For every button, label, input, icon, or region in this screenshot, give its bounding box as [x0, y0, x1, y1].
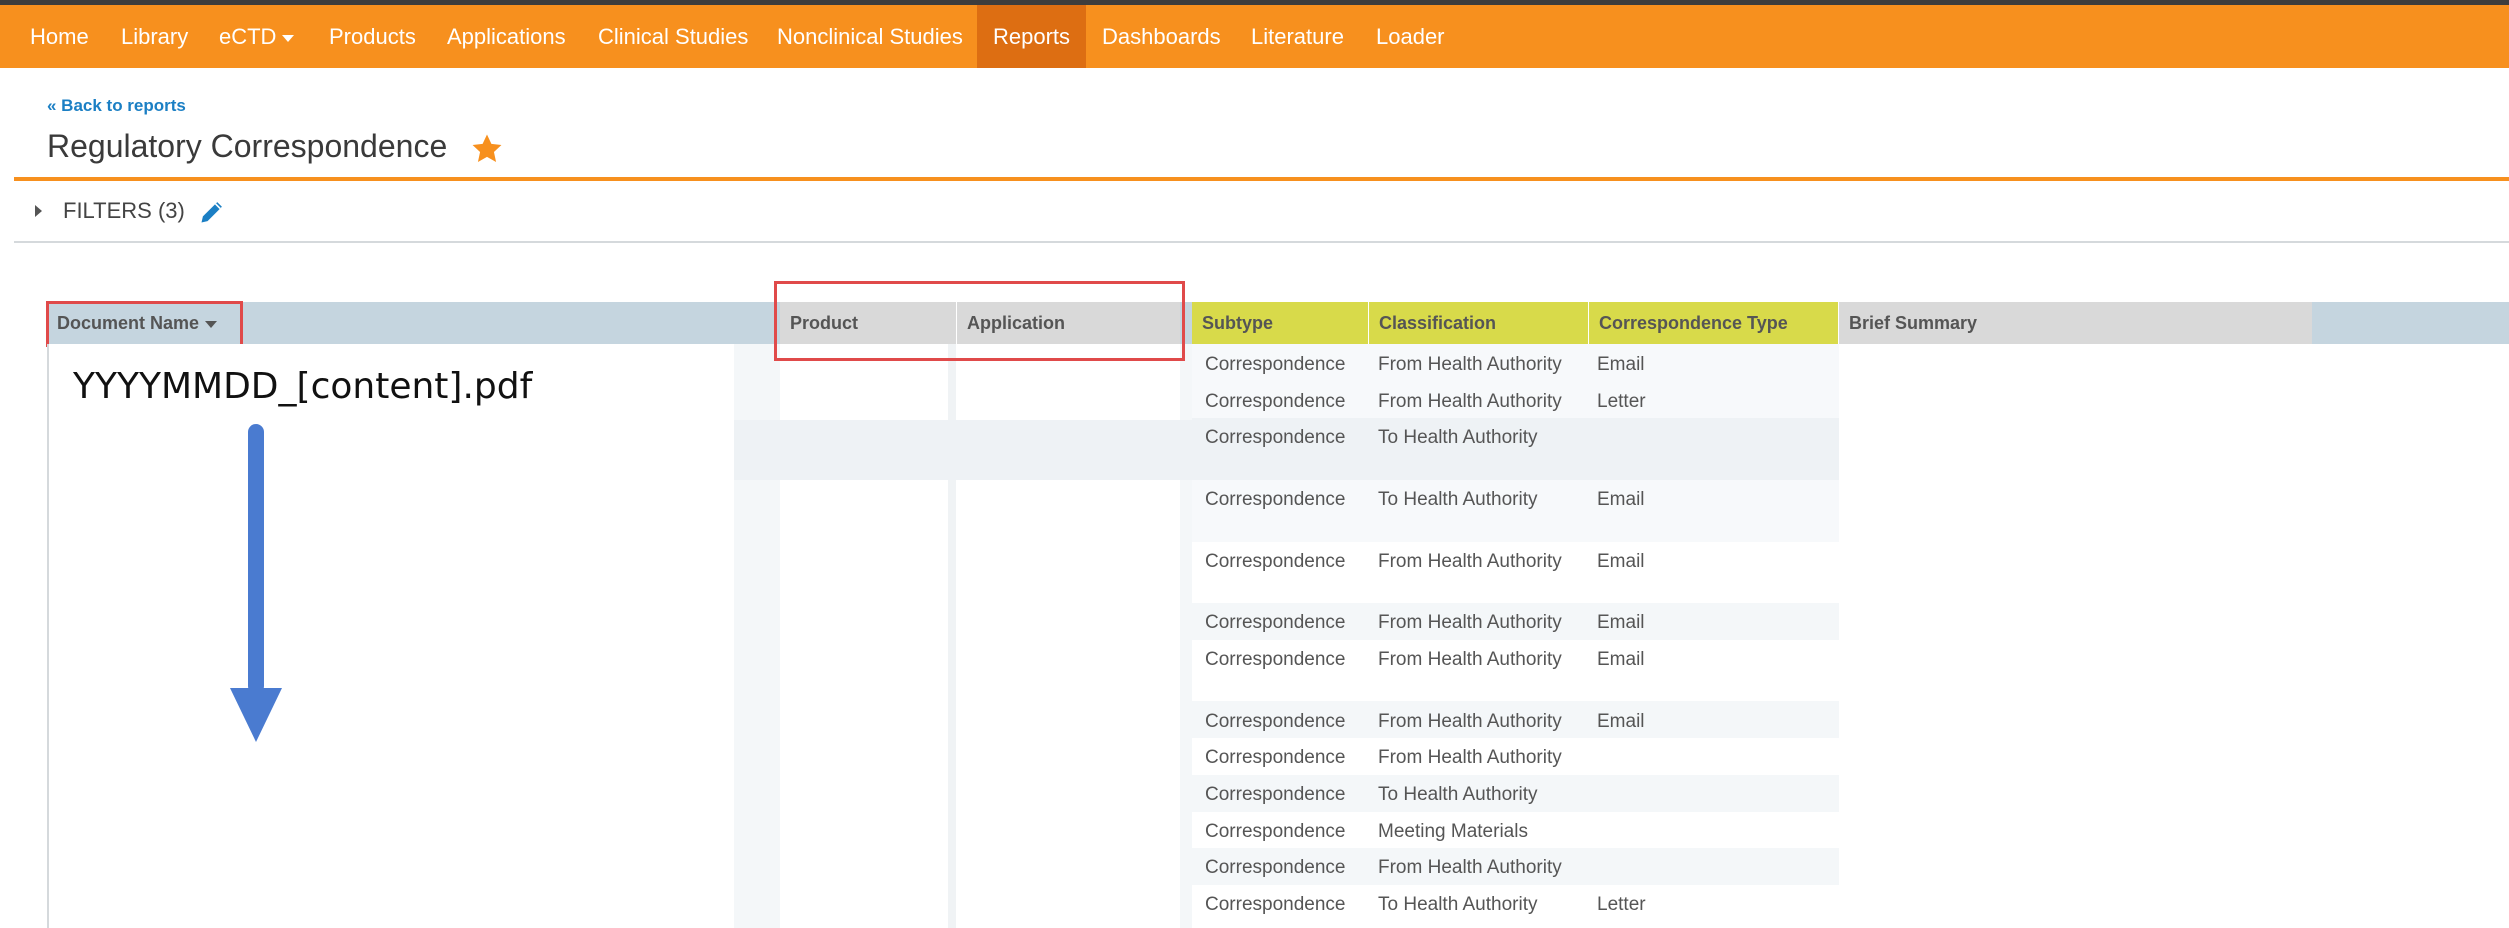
cell-subtype: Correspondence [1205, 649, 1346, 670]
filters-label: FILTERS (3) [63, 198, 185, 223]
nav-library[interactable]: Library [107, 5, 202, 68]
cell-classification: From Health Authority [1378, 857, 1562, 878]
nav-applications[interactable]: Applications [433, 5, 580, 68]
row-band [732, 420, 1192, 480]
nav-literature[interactable]: Literature [1237, 5, 1358, 68]
header-blank [732, 302, 780, 344]
nav-reports[interactable]: Reports [977, 5, 1087, 68]
header-remaining [2312, 302, 2509, 344]
back-to-reports-link[interactable]: « Back to reports [47, 96, 186, 116]
cell-type: Email [1597, 489, 1645, 510]
header-subtype[interactable]: Subtype [1192, 302, 1368, 344]
cell-classification: From Health Authority [1378, 391, 1562, 412]
cell-type: Email [1597, 354, 1645, 375]
cell-type: Email [1597, 551, 1645, 572]
caret-down-icon [282, 34, 295, 42]
document-name-column [47, 344, 734, 928]
highlight-box-document-name [46, 301, 243, 347]
cell-classification: From Health Authority [1378, 354, 1562, 375]
cell-subtype: Correspondence [1205, 747, 1346, 768]
nav-clinical-studies[interactable]: Clinical Studies [584, 5, 762, 68]
nav-ectd[interactable]: eCTD [205, 5, 308, 68]
cell-subtype: Correspondence [1205, 551, 1346, 572]
header-classification[interactable]: Classification [1369, 302, 1588, 344]
cell-type: Letter [1597, 894, 1646, 915]
cell-subtype: Correspondence [1205, 354, 1346, 375]
cell-classification: From Health Authority [1378, 551, 1562, 572]
cell-classification: To Health Authority [1378, 427, 1538, 448]
cell-classification: From Health Authority [1378, 747, 1562, 768]
nav-dashboards[interactable]: Dashboards [1088, 5, 1235, 68]
cell-classification: Meeting Materials [1378, 821, 1528, 842]
cell-classification: From Health Authority [1378, 711, 1562, 732]
nav-ectd-label: eCTD [219, 24, 277, 49]
cell-type: Letter [1597, 391, 1646, 412]
cell-classification: To Health Authority [1378, 894, 1538, 915]
cell-classification: From Health Authority [1378, 612, 1562, 633]
cell-type: Email [1597, 649, 1645, 670]
nav-loader[interactable]: Loader [1362, 5, 1459, 68]
filename-pattern-annotation: YYYYMMDD_[content].pdf [73, 366, 533, 407]
header-brief-summary[interactable]: Brief Summary [1839, 302, 2312, 344]
cell-subtype: Correspondence [1205, 711, 1346, 732]
pencil-icon[interactable] [198, 198, 226, 226]
caret-right-icon [35, 205, 42, 217]
cell-type: Email [1597, 612, 1645, 633]
nav-nonclinical-studies[interactable]: Nonclinical Studies [763, 5, 977, 68]
down-arrow-icon [230, 424, 282, 742]
star-icon[interactable] [470, 132, 504, 166]
header-correspondence-type[interactable]: Correspondence Type [1589, 302, 1838, 344]
cell-subtype: Correspondence [1205, 821, 1346, 842]
top-navigation-bar: Home Library eCTD Products Applications … [0, 5, 2509, 68]
highlight-box-product-application [774, 281, 1185, 361]
cell-subtype: Correspondence [1205, 857, 1346, 878]
cell-classification: To Health Authority [1378, 784, 1538, 805]
title-divider [14, 177, 2509, 181]
nav-home[interactable]: Home [16, 5, 103, 68]
cell-subtype: Correspondence [1205, 784, 1346, 805]
cell-classification: From Health Authority [1378, 649, 1562, 670]
cell-subtype: Correspondence [1205, 612, 1346, 633]
cell-subtype: Correspondence [1205, 391, 1346, 412]
cell-type: Email [1597, 711, 1645, 732]
cell-subtype: Correspondence [1205, 489, 1346, 510]
page-title: Regulatory Correspondence [47, 128, 448, 164]
filters-divider [14, 241, 2509, 243]
cell-classification: To Health Authority [1378, 489, 1538, 510]
cell-subtype: Correspondence [1205, 894, 1346, 915]
nav-products[interactable]: Products [315, 5, 430, 68]
cell-subtype: Correspondence [1205, 427, 1346, 448]
